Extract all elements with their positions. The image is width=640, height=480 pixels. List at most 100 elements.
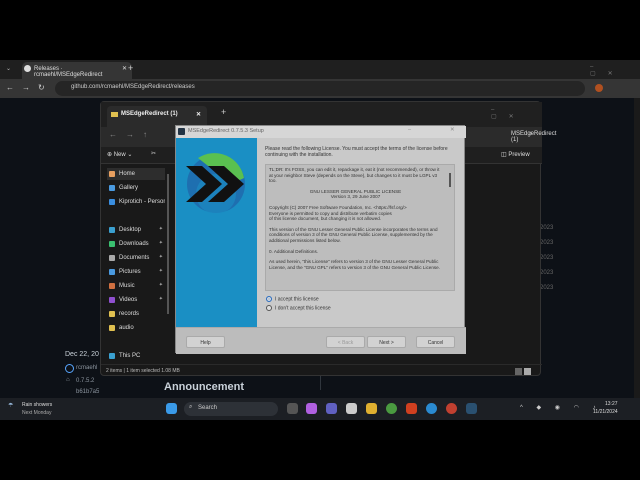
chrome-profile-icon[interactable] [446,403,457,414]
file-explorer-icon[interactable] [366,403,377,414]
license-scrollbar[interactable] [449,173,451,187]
search-label: Search [198,405,218,411]
release-date: Dec 22, 20 [65,351,99,358]
nav-buttons[interactable]: ←→↻ [6,83,53,92]
sidebar-item-records[interactable]: records [107,308,165,320]
system-tray-icons[interactable]: ^ ◆ ◉ ◠ ♪ [520,404,602,411]
pin-icon: ✦ [158,240,163,246]
sidebar-scrollbar[interactable] [167,174,169,314]
profile-avatar[interactable] [595,84,603,92]
sidebar-item-label: Music [119,283,135,289]
search-box[interactable]: MSEdgeRedirect (1) [511,131,556,143]
sidebar-item-kiprotich[interactable]: Kiprotich - Personal [107,196,165,208]
date-cell: 2023 [540,270,554,276]
cut-icon[interactable]: ✂ [151,150,156,157]
decline-license-radio[interactable]: I don't accept this license [266,305,331,311]
tab-list-chevron-icon[interactable]: ⌄ [6,65,11,72]
chrome-icon[interactable] [386,403,397,414]
window-controls[interactable]: –▢✕ [590,64,640,77]
sidebar-item-label: Downloads [119,241,149,247]
sidebar-item-this[interactable]: This PC [107,350,165,362]
task-view-icon[interactable] [287,403,298,414]
dialog-title: MSEdgeRedirect 0.7.5.3 Setup [188,128,264,134]
new-button[interactable]: ⊕ New ⌄ [107,151,132,158]
help-button[interactable]: Help [186,336,225,348]
sidebar-item-pictures[interactable]: Pictures ✦ [107,266,165,278]
weather-icon: ☂ [8,403,14,409]
cancel-button[interactable]: Cancel [416,336,455,348]
nav-arrows[interactable]: ←→↑ [109,130,156,139]
accept-license-radio[interactable]: I accept this license [266,296,319,302]
close-tab-icon[interactable]: ✕ [122,65,127,72]
clock-time[interactable]: 13:27 [605,401,618,407]
close-icon[interactable]: ✕ [450,127,455,133]
preview-button[interactable]: ◫ Preview [501,151,530,158]
next-button[interactable]: Next > [367,336,406,348]
store-icon[interactable] [346,403,357,414]
folder-icon [109,269,115,275]
weather-subtitle: Next Monday [22,410,52,416]
close-tab-icon[interactable]: ✕ [196,111,201,118]
weather-title[interactable]: Rain showers [22,402,52,408]
sidebar-item-music[interactable]: Music ✦ [107,280,165,292]
edge-icon[interactable] [426,403,437,414]
brave-icon[interactable] [406,403,417,414]
back-button[interactable]: < Back [326,336,365,348]
explorer-tab[interactable]: MSEdgeRedirect (1) ✕ [107,106,207,127]
browser-tab-releases[interactable]: Releases · rcmaehl/MSEdgeRedirect ✕ [22,62,132,79]
app-icon [178,128,185,135]
sidebar-item-label: Home [119,171,136,177]
navigation-pane: HomeGalleryKiprotich - PersonalDesktop✦D… [101,164,169,364]
license-paragraph: This version of the GNU Lesser General P… [269,226,438,243]
folder-icon [109,241,115,247]
sidebar-item-downloads[interactable]: Downloads ✦ [107,238,165,250]
sidebar-item-gallery[interactable]: Gallery [107,182,165,194]
sidebar-item-label: This PC [119,353,141,359]
new-tab-button[interactable]: + [128,63,133,73]
start-icon[interactable] [166,403,177,414]
new-tab-button[interactable]: + [221,107,226,117]
sidebar-item-desktop[interactable]: Desktop ✦ [107,224,165,236]
date-cell: 2023 [540,225,554,231]
pin-icon: ✦ [158,226,163,232]
url-text: github.com/rcmaehl/MSEdgeRedirect/releas… [71,84,195,90]
dialog-titlebar: MSEdgeRedirect 0.7.5.3 Setup – ✕ [176,126,466,138]
sidebar-item-audio[interactable]: audio [107,322,165,334]
release-commit[interactable]: b61b7a5 [76,389,99,395]
release-tag[interactable]: 0.7.5.2 [76,378,94,384]
taskbar-search[interactable]: ⌕ Search [184,402,278,416]
folder-icon [111,112,118,117]
page-scrollbar[interactable] [634,98,640,398]
sidebar-item-label: audio [119,325,134,331]
announcement-heading: Announcement [164,381,245,393]
sidebar-item-home[interactable]: Home [107,168,165,180]
explorer-window-controls[interactable]: –▢✕ [491,107,540,120]
folder-icon [109,171,115,177]
minimize-icon[interactable]: – [408,127,411,133]
folder-icon [109,297,115,303]
license-instructions: Please read the following License. You m… [265,146,448,158]
msedgeredirect-setup-icon[interactable] [466,403,477,414]
sidebar-item-documents[interactable]: Documents ✦ [107,252,165,264]
folder-icon [109,325,115,331]
folder-icon [109,227,115,233]
sidebar-item-label: Videos [119,297,138,303]
accept-label: I accept this license [275,296,319,303]
license-textbox[interactable]: TL;DR: It's FOSS, you can edit it, repac… [265,164,455,291]
search-icon[interactable]: ⌕ [529,131,532,138]
sidebar-item-videos[interactable]: Videos ✦ [107,294,165,306]
address-bar[interactable]: github.com/rcmaehl/MSEdgeRedirect/releas… [55,81,585,96]
sidebar-item-label: Desktop [119,227,142,233]
teams-icon[interactable] [326,403,337,414]
search-icon: ⌕ [189,404,193,410]
dialog-footer: Help < Back Next > Cancel [176,327,466,354]
license-paragraph: TL;DR: It's FOSS, you can edit it, repac… [269,167,440,184]
clock-date[interactable]: 11/21/2024 [593,409,618,415]
release-author[interactable]: rcmaehl [76,365,97,371]
copilot-icon[interactable] [306,403,317,414]
details-view-button[interactable] [515,368,522,375]
folder-icon [109,199,115,205]
folder-icon [109,283,115,289]
license-paragraph: Copyright (C) 2007 Free Software Foundat… [269,204,407,222]
tiles-view-button[interactable] [524,368,531,375]
